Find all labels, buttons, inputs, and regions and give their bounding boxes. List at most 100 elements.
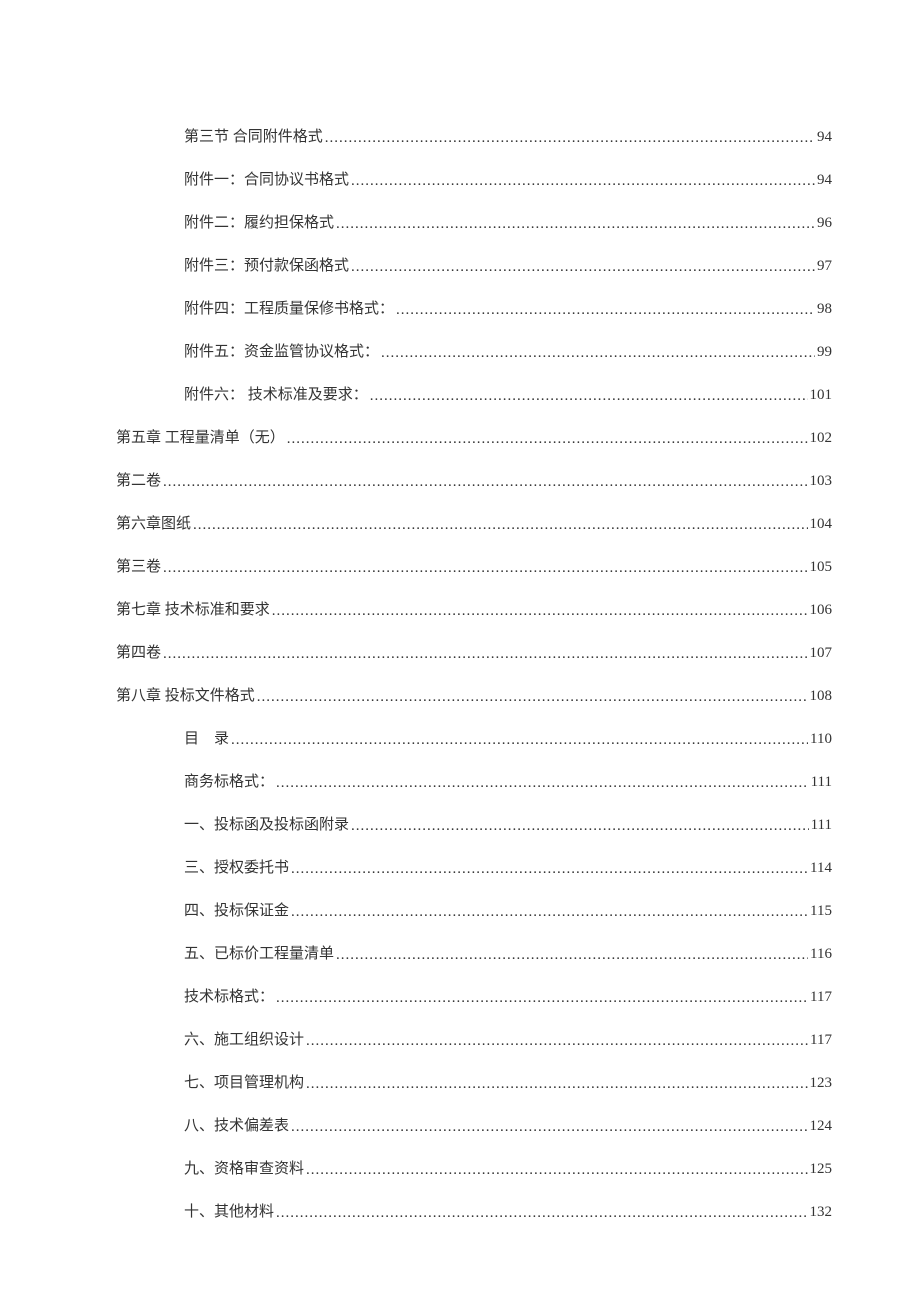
table-of-contents: 第三节 合同附件格式 94 附件一：合同协议书格式 94 附件二：履约担保格式 96 附件三… bbox=[116, 125, 832, 1221]
toc-entry-label: 附件一：合同协议书格式 bbox=[184, 168, 349, 189]
toc-entry-label: 目 录 bbox=[184, 727, 229, 748]
toc-entry-page: 94 bbox=[817, 129, 832, 146]
toc-entry-label: 商务标格式： bbox=[184, 770, 274, 791]
toc-entry-page: 117 bbox=[810, 989, 832, 1006]
toc-leader-dots bbox=[163, 560, 807, 577]
toc-entry: 附件三：预付款保函格式 97 bbox=[116, 254, 832, 275]
toc-entry-label: 九、资格审查资料 bbox=[184, 1157, 304, 1178]
toc-entry-page: 106 bbox=[810, 602, 833, 619]
toc-entry-label: 第二卷 bbox=[116, 469, 161, 490]
toc-entry-page: 99 bbox=[817, 344, 832, 361]
toc-leader-dots bbox=[396, 302, 815, 319]
toc-entry-label: 第三卷 bbox=[116, 555, 161, 576]
toc-entry: 第七章 技术标准和要求 106 bbox=[116, 598, 832, 619]
toc-entry-page: 125 bbox=[810, 1161, 833, 1178]
toc-entry: 第六章图纸 104 bbox=[116, 512, 832, 533]
toc-entry: 附件五：资金监管协议格式： 99 bbox=[116, 340, 832, 361]
toc-entry: 技术标格式： 117 bbox=[116, 985, 832, 1006]
toc-entry-page: 108 bbox=[810, 688, 833, 705]
toc-entry-label: 三、授权委托书 bbox=[184, 856, 289, 877]
toc-leader-dots bbox=[193, 517, 807, 534]
toc-entry-label: 第八章 投标文件格式 bbox=[116, 684, 255, 705]
toc-entry-label: 附件四：工程质量保修书格式： bbox=[184, 297, 394, 318]
toc-entry-label: 附件五：资金监管协议格式： bbox=[184, 340, 379, 361]
toc-entry-label: 附件二：履约担保格式 bbox=[184, 211, 334, 232]
toc-entry: 五、已标价工程量清单 116 bbox=[116, 942, 832, 963]
toc-leader-dots bbox=[336, 947, 808, 964]
toc-entry-label: 一、投标函及投标函附录 bbox=[184, 813, 349, 834]
toc-leader-dots bbox=[257, 689, 808, 706]
toc-leader-dots bbox=[306, 1162, 807, 1179]
toc-entry-page: 124 bbox=[810, 1118, 833, 1135]
toc-entry-label: 第七章 技术标准和要求 bbox=[116, 598, 270, 619]
toc-leader-dots bbox=[370, 388, 808, 405]
toc-entry: 第三卷 105 bbox=[116, 555, 832, 576]
toc-leader-dots bbox=[231, 732, 808, 749]
toc-entry-page: 117 bbox=[810, 1032, 832, 1049]
toc-entry-label: 技术标格式： bbox=[184, 985, 274, 1006]
toc-entry-page: 104 bbox=[810, 516, 833, 533]
toc-leader-dots bbox=[306, 1076, 807, 1093]
toc-entry-label: 附件六： 技术标准及要求： bbox=[184, 383, 368, 404]
toc-entry: 六、施工组织设计 117 bbox=[116, 1028, 832, 1049]
toc-leader-dots bbox=[276, 990, 808, 1007]
toc-entry: 四、投标保证金 115 bbox=[116, 899, 832, 920]
toc-entry: 九、资格审查资料 125 bbox=[116, 1157, 832, 1178]
toc-entry-page: 94 bbox=[817, 172, 832, 189]
toc-leader-dots bbox=[276, 775, 809, 792]
toc-entry-page: 96 bbox=[817, 215, 832, 232]
toc-entry-label: 六、施工组织设计 bbox=[184, 1028, 304, 1049]
toc-entry: 第三节 合同附件格式 94 bbox=[116, 125, 832, 146]
toc-entry-page: 115 bbox=[810, 903, 832, 920]
toc-entry-page: 114 bbox=[810, 860, 832, 877]
toc-entry-label: 八、技术偏差表 bbox=[184, 1114, 289, 1135]
toc-entry-page: 103 bbox=[810, 473, 833, 490]
toc-leader-dots bbox=[351, 818, 809, 835]
toc-entry-page: 116 bbox=[810, 946, 832, 963]
toc-entry: 第五章 工程量清单（无） 102 bbox=[116, 426, 832, 447]
toc-entry-label: 第六章图纸 bbox=[116, 512, 191, 533]
toc-entry-label: 第五章 工程量清单（无） bbox=[116, 426, 285, 447]
toc-leader-dots bbox=[306, 1033, 808, 1050]
toc-entry-label: 第三节 合同附件格式 bbox=[184, 125, 323, 146]
toc-leader-dots bbox=[163, 646, 807, 663]
toc-entry: 第八章 投标文件格式 108 bbox=[116, 684, 832, 705]
toc-entry: 三、授权委托书 114 bbox=[116, 856, 832, 877]
toc-leader-dots bbox=[336, 216, 815, 233]
toc-leader-dots bbox=[381, 345, 815, 362]
toc-entry-label: 十、其他材料 bbox=[184, 1200, 274, 1221]
toc-entry-page: 105 bbox=[810, 559, 833, 576]
toc-entry-label: 四、投标保证金 bbox=[184, 899, 289, 920]
toc-entry: 附件四：工程质量保修书格式： 98 bbox=[116, 297, 832, 318]
toc-entry: 商务标格式： 111 bbox=[116, 770, 832, 791]
toc-entry: 十、其他材料 132 bbox=[116, 1200, 832, 1221]
toc-entry: 附件六： 技术标准及要求： 101 bbox=[116, 383, 832, 404]
toc-leader-dots bbox=[351, 259, 815, 276]
toc-leader-dots bbox=[291, 1119, 807, 1136]
toc-entry-page: 111 bbox=[811, 774, 832, 791]
toc-entry: 七、项目管理机构 123 bbox=[116, 1071, 832, 1092]
toc-entry-page: 123 bbox=[810, 1075, 833, 1092]
toc-entry-label: 五、已标价工程量清单 bbox=[184, 942, 334, 963]
toc-entry: 一、投标函及投标函附录 111 bbox=[116, 813, 832, 834]
toc-leader-dots bbox=[276, 1205, 807, 1222]
toc-entry-label: 第四卷 bbox=[116, 641, 161, 662]
toc-entry: 附件二：履约担保格式 96 bbox=[116, 211, 832, 232]
toc-entry-label: 七、项目管理机构 bbox=[184, 1071, 304, 1092]
toc-entry-label: 附件三：预付款保函格式 bbox=[184, 254, 349, 275]
toc-leader-dots bbox=[287, 431, 808, 448]
toc-entry-page: 111 bbox=[811, 817, 832, 834]
toc-entry: 第四卷107 bbox=[116, 641, 832, 662]
toc-entry-page: 101 bbox=[810, 387, 833, 404]
toc-leader-dots bbox=[291, 904, 808, 921]
toc-entry-page: 97 bbox=[817, 258, 832, 275]
toc-leader-dots bbox=[291, 861, 808, 878]
toc-entry-page: 132 bbox=[810, 1204, 833, 1221]
toc-entry: 第二卷 103 bbox=[116, 469, 832, 490]
toc-entry-page: 98 bbox=[817, 301, 832, 318]
toc-leader-dots bbox=[325, 130, 815, 147]
toc-entry-page: 110 bbox=[810, 731, 832, 748]
toc-leader-dots bbox=[351, 173, 815, 190]
toc-entry: 附件一：合同协议书格式 94 bbox=[116, 168, 832, 189]
toc-entry-page: 102 bbox=[810, 430, 833, 447]
